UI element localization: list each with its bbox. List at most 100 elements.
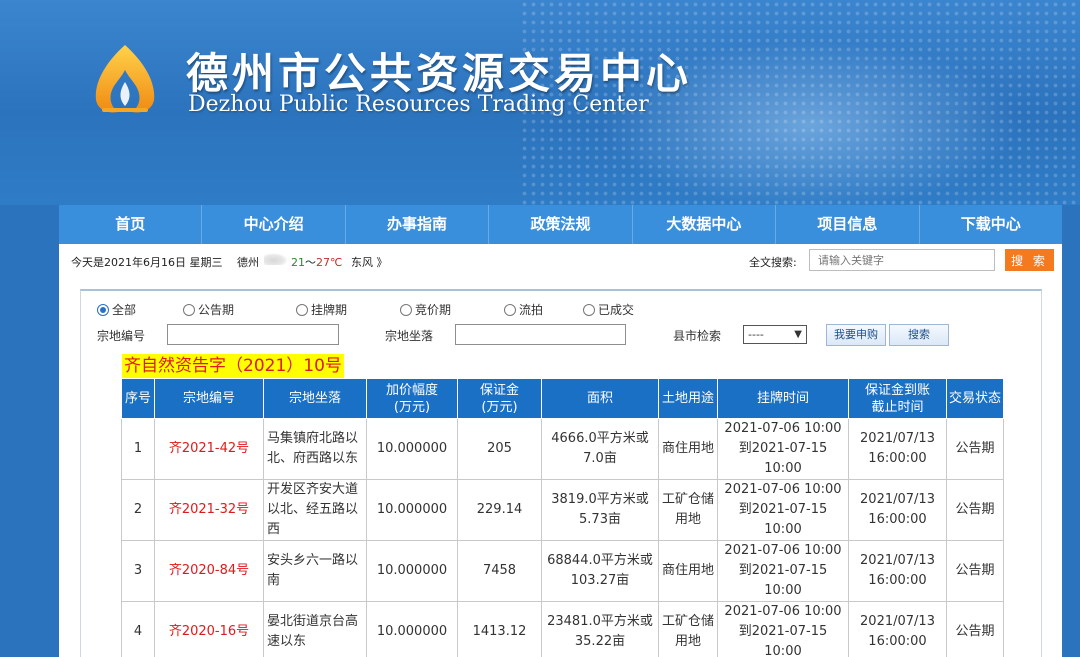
cell-code-link[interactable]: 齐2020-16号 <box>154 601 264 657</box>
cell-increment: 10.000000 <box>366 418 458 480</box>
fulltext-search-button[interactable]: 搜 索 <box>1005 249 1054 271</box>
table-row: 1 齐2021-42号 马集镇府北路以北、府西路以东 10.000000 205… <box>121 418 1004 480</box>
radio-dot[interactable] <box>504 303 516 316</box>
table-row: 2 齐2021-32号 开发区齐安大道以北、经五路以西 10.000000 22… <box>121 479 1004 541</box>
cell-deposit: 229.14 <box>457 479 542 541</box>
nav-item-guide[interactable]: 办事指南 <box>346 205 490 244</box>
cell-no: 3 <box>121 540 155 602</box>
radio-label: 流拍 <box>519 303 544 317</box>
status-radio-group: 全部 公告期 挂牌期 竞价期 流拍 已成交 <box>97 301 797 319</box>
cell-no: 2 <box>121 479 155 541</box>
nav-item-bigdata[interactable]: 大数据中心 <box>633 205 777 244</box>
cell-deadline: 2021/07/13 16:00:00 <box>848 601 947 657</box>
temp-sep: ～ <box>305 256 316 269</box>
weather-wind-link[interactable]: 东风 》 <box>351 254 388 270</box>
cell-status: 公告期 <box>946 479 1004 541</box>
temp-low: 21 <box>291 256 305 269</box>
radio-bidding[interactable]: 竞价期 <box>400 301 451 318</box>
fulltext-search-label: 全文搜索: <box>749 256 797 269</box>
col-header-area: 面积 <box>541 378 659 419</box>
cell-use: 商住用地 <box>658 418 718 480</box>
col-header-status: 交易状态 <box>946 378 1004 419</box>
flame-a-logo-icon <box>95 45 155 113</box>
cell-use: 工矿仓储用地 <box>658 479 718 541</box>
col-header-increment: 加价幅度 (万元) <box>366 378 458 419</box>
header-banner: 德州市公共资源交易中心 Dezhou Public Resources Trad… <box>0 0 1080 205</box>
col-header-deadline: 保证金到账 截止时间 <box>848 378 947 419</box>
cell-area: 4666.0平方米或7.0亩 <box>541 418 659 480</box>
cell-status: 公告期 <box>946 601 1004 657</box>
nav-item-home[interactable]: 首页 <box>59 205 203 244</box>
land-code-label: 宗地编号 <box>97 329 146 343</box>
cell-deadline: 2021/07/13 16:00:00 <box>848 479 947 541</box>
col-header-no: 序号 <box>121 378 155 419</box>
col-header-deposit: 保证金 (万元) <box>457 378 542 419</box>
radio-all[interactable]: 全部 <box>97 301 136 318</box>
weather-city: 德州 <box>237 256 259 269</box>
land-code-input[interactable] <box>167 324 339 345</box>
radio-dot[interactable] <box>583 303 595 316</box>
radio-listing[interactable]: 挂牌期 <box>296 301 347 318</box>
nav-item-downloads[interactable]: 下载中心 <box>920 205 1062 244</box>
cell-code-link[interactable]: 齐2020-84号 <box>154 540 264 602</box>
radio-label: 挂牌期 <box>311 303 348 317</box>
main-container: 首页 中心介绍 办事指南 政策法规 大数据中心 项目信息 下载中心 今天是202… <box>59 205 1062 657</box>
cell-period: 2021-07-06 10:00到2021-07-15 10:00 <box>717 601 849 657</box>
radio-label: 已成交 <box>598 303 635 317</box>
cell-location: 开发区齐安大道以北、经五路以西 <box>263 479 367 541</box>
radio-done[interactable]: 已成交 <box>583 301 634 318</box>
cell-deadline: 2021/07/13 16:00:00 <box>848 418 947 480</box>
cloud-icon <box>264 253 288 265</box>
cell-no: 4 <box>121 601 155 657</box>
cell-deposit: 1413.12 <box>457 601 542 657</box>
nav-item-policy[interactable]: 政策法规 <box>489 205 633 244</box>
main-nav: 首页 中心介绍 办事指南 政策法规 大数据中心 项目信息 下载中心 <box>59 205 1062 244</box>
cell-location: 马集镇府北路以北、府西路以东 <box>263 418 367 480</box>
temp-high: 27℃ <box>316 256 343 269</box>
info-bar: 今天是2021年6月16日 星期三 德州 21～27℃ 东风 》 全文搜索: 搜… <box>59 244 1062 278</box>
col-header-code: 宗地编号 <box>154 378 264 419</box>
col-header-period: 挂牌时间 <box>717 378 849 419</box>
radio-dot[interactable] <box>400 303 412 316</box>
radio-announce[interactable]: 公告期 <box>183 301 234 318</box>
cell-code-link[interactable]: 齐2021-32号 <box>154 479 264 541</box>
table-row: 4 齐2020-16号 晏北街道京台高速以东 10.000000 1413.12… <box>121 601 1004 657</box>
chevron-down-icon: ▼ <box>794 329 802 340</box>
site-title-en: Dezhou Public Resources Trading Center <box>188 92 649 117</box>
table-header-row: 序号 宗地编号 宗地坐落 加价幅度 (万元) 保证金 (万元) 面积 土地用途 … <box>121 378 1004 419</box>
nav-item-about[interactable]: 中心介绍 <box>202 205 346 244</box>
radio-label: 竞价期 <box>415 303 452 317</box>
cell-area: 23481.0平方米或35.22亩 <box>541 601 659 657</box>
radio-dot[interactable] <box>296 303 308 316</box>
cell-location: 安头乡六一路以南 <box>263 540 367 602</box>
cell-location: 晏北街道京台高速以东 <box>263 601 367 657</box>
county-select[interactable]: ---- ▼ <box>743 325 807 344</box>
radio-dot[interactable] <box>97 303 109 316</box>
radio-dot[interactable] <box>183 303 195 316</box>
fulltext-search-input[interactable] <box>809 249 995 271</box>
cell-status: 公告期 <box>946 418 1004 480</box>
filter-fields: 宗地编号 宗地坐落 县市检索 ---- ▼ 我要申购 搜索 <box>97 324 997 346</box>
radio-label: 全部 <box>112 303 137 317</box>
land-location-label: 宗地坐落 <box>385 329 434 343</box>
listing-panel: 全部 公告期 挂牌期 竞价期 流拍 已成交 宗地编号 宗地坐落 县市检索 ---… <box>80 289 1042 657</box>
cell-period: 2021-07-06 10:00到2021-07-15 10:00 <box>717 479 849 541</box>
cell-deposit: 205 <box>457 418 542 480</box>
cell-deadline: 2021/07/13 16:00:00 <box>848 540 947 602</box>
cell-code-link[interactable]: 齐2021-42号 <box>154 418 264 480</box>
cell-status: 公告期 <box>946 540 1004 602</box>
radio-failed[interactable]: 流拍 <box>504 301 543 318</box>
apply-button[interactable]: 我要申购 <box>826 324 886 346</box>
filter-search-button[interactable]: 搜索 <box>889 324 949 346</box>
cell-period: 2021-07-06 10:00到2021-07-15 10:00 <box>717 540 849 602</box>
nav-item-projects[interactable]: 项目信息 <box>776 205 920 244</box>
cell-area: 3819.0平方米或5.73亩 <box>541 479 659 541</box>
notice-title[interactable]: 齐自然资告字（2021）10号 <box>122 354 344 378</box>
radio-label: 公告期 <box>198 303 235 317</box>
col-header-location: 宗地坐落 <box>263 378 367 419</box>
col-header-use: 土地用途 <box>658 378 718 419</box>
table-row: 3 齐2020-84号 安头乡六一路以南 10.000000 7458 6884… <box>121 540 1004 602</box>
land-location-input[interactable] <box>455 324 626 345</box>
cell-increment: 10.000000 <box>366 540 458 602</box>
cell-area: 68844.0平方米或103.27亩 <box>541 540 659 602</box>
